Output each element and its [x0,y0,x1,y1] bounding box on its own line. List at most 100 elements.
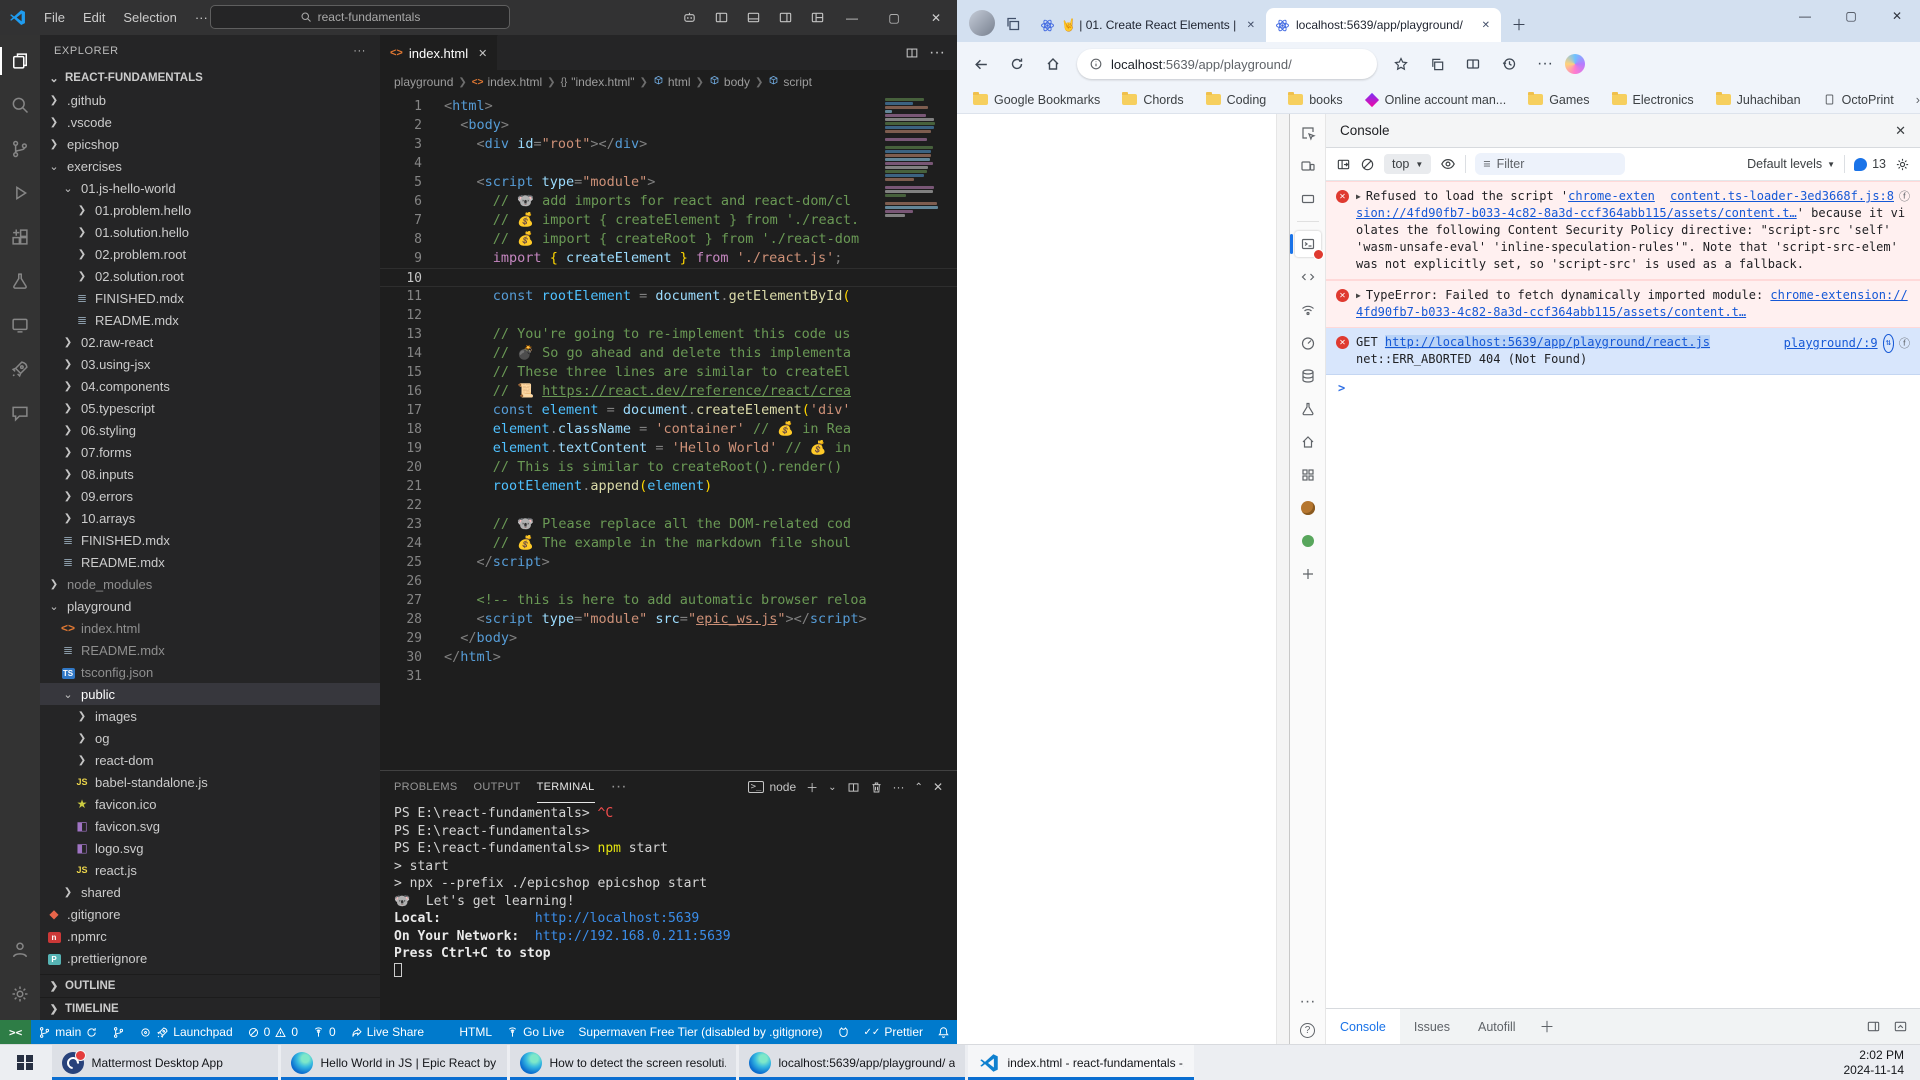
titlebar-panelL-button[interactable] [707,5,735,31]
taskbar-button-localhost-5639-app-playground-[interactable]: localhost:5639/app/playground/ a... [739,1045,965,1080]
devtools-rectangle[interactable] [1295,186,1321,212]
drawer-add-tab-icon[interactable]: ＋ [1530,1009,1565,1044]
browser-more-icon[interactable]: ··· [1529,48,1561,80]
breadcrumb-item[interactable]: {}"index.html" [561,75,635,89]
tree-item--prettierignore[interactable]: P.prettierignore [40,947,380,969]
activity-files[interactable] [0,39,40,83]
code-editor[interactable]: 1<html>2 <body>3 <div id="root"></div>45… [380,94,957,770]
vscode-minimize-button[interactable]: — [831,0,873,35]
activity-search[interactable] [0,83,40,127]
activity-gear[interactable] [0,972,40,1016]
tree-item-06-styling[interactable]: ❯06.styling [40,419,380,441]
devtools-cookie[interactable] [1295,495,1321,521]
code-line[interactable]: 11 const rootElement = document.getEleme… [380,287,957,306]
devtools-gauge[interactable] [1295,330,1321,356]
status-supermaven[interactable]: Supermaven Free Tier (disabled by .gitig… [571,1020,829,1044]
code-line[interactable]: 5 <script type="module"> [380,173,957,192]
status-problems[interactable]: 00 [240,1020,305,1044]
drawer-tab-autofill[interactable]: Autofill [1464,1009,1530,1044]
activity-branch[interactable] [0,127,40,171]
activity-debug[interactable] [0,171,40,215]
tree-item-07-forms[interactable]: ❯07.forms [40,441,380,463]
code-line[interactable]: 10 [380,268,957,287]
bookmark-games[interactable]: Games [1528,93,1589,107]
tree-item-tsconfig-json[interactable]: TStsconfig.json [40,661,380,683]
code-line[interactable]: 8 // 💰 import { createRoot } from './rea… [380,230,957,249]
tree-item-epicshop[interactable]: ❯epicshop [40,133,380,155]
panel-tab-output[interactable]: OUTPUT [474,771,521,803]
terminal-dropdown-icon[interactable]: ⌄ [828,782,836,793]
tree-item-finished-mdx[interactable]: ≣FINISHED.mdx [40,529,380,551]
tree-item-02-problem-root[interactable]: ❯02.problem.root [40,243,380,265]
devtools-plus[interactable] [1295,561,1321,587]
favorite-star-icon[interactable] [1385,48,1417,80]
menu-item-edit[interactable]: Edit [75,7,113,28]
drawer-tab-issues[interactable]: Issues [1400,1009,1464,1044]
tree-item-public[interactable]: ⌄public [40,683,380,705]
code-line[interactable]: 4 [380,154,957,173]
bookmark-online-account-man---[interactable]: Online account man... [1365,93,1507,107]
browser-back-icon[interactable] [965,48,997,80]
code-line[interactable]: 25 </script> [380,553,957,572]
site-info-icon[interactable] [1089,57,1103,71]
code-line[interactable]: 1<html> [380,97,957,116]
bookmarks-overflow-chevron-icon[interactable]: › [1916,93,1920,107]
status-live-share[interactable]: Live Share [343,1020,431,1044]
tree-item--gitignore[interactable]: ◆.gitignore [40,903,380,925]
activity-person[interactable] [0,928,40,972]
code-line[interactable]: 19 element.textContent = 'Hello World' /… [380,439,957,458]
source-link[interactable]: playground/:9 [1784,335,1878,352]
console-settings-icon[interactable] [1895,157,1910,172]
tree-item-02-raw-react[interactable]: ❯02.raw-react [40,331,380,353]
bookmark-google-bookmarks[interactable]: Google Bookmarks [973,93,1100,107]
new-tab-button[interactable]: ＋ [1505,10,1533,38]
taskbar-clock[interactable]: 2:02 PM 2024-11-14 [1828,1045,1920,1080]
code-line[interactable]: 17 const element = document.createElemen… [380,401,957,420]
panel-tab-terminal[interactable]: TERMINAL [537,771,595,803]
drawer-expand-icon[interactable] [1893,1019,1908,1034]
tree-item--npmrc[interactable]: n.npmrc [40,925,380,947]
devtools-grid[interactable] [1295,462,1321,488]
status-go-live[interactable]: Go Live [499,1020,571,1044]
tree-item-playground[interactable]: ⌄playground [40,595,380,617]
page-content[interactable] [957,114,1276,1044]
code-line[interactable]: 27 <!-- this is here to add automatic br… [380,591,957,610]
drawer-tab-console[interactable]: Console [1326,1009,1400,1044]
tree-item-readme-mdx[interactable]: ≣README.mdx [40,551,380,573]
panel-tab-problems[interactable]: PROBLEMS [394,771,458,803]
split-editor-icon[interactable] [905,46,919,60]
code-line[interactable]: 16 // 📜 https://react.dev/reference/reac… [380,382,957,401]
status-git-branch[interactable]: main [31,1020,105,1044]
workspaces-icon[interactable] [1005,16,1021,32]
breadcrumb-item[interactable]: script [768,75,812,89]
activity-monitor[interactable] [0,303,40,347]
tree-item--vscode[interactable]: ❯.vscode [40,111,380,133]
code-line[interactable]: 28 <script type="module" src="epic_ws.js… [380,610,957,629]
code-line[interactable]: 15 // These three lines are similar to c… [380,363,957,382]
expand-caret-icon[interactable]: ▶ [1356,188,1361,205]
status-copilot-status[interactable] [830,1020,857,1044]
devtools-console[interactable] [1295,231,1321,257]
code-line[interactable]: 23 // 🐨 Please replace all the DOM-relat… [380,515,957,534]
menu-item-selection[interactable]: Selection [115,7,184,28]
browser-home-icon[interactable] [1037,48,1069,80]
bookmark-juhachiban[interactable]: Juhachiban [1716,93,1801,107]
console-filter-input[interactable]: ≡ Filter [1475,153,1625,175]
status-notifications[interactable] [930,1020,957,1044]
split-terminal-icon[interactable] [847,781,860,794]
tree-item-01-solution-hello[interactable]: ❯01.solution.hello [40,221,380,243]
code-line[interactable]: 7 // 💰 import { createElement } from './… [380,211,957,230]
tree-item-05-typescript[interactable]: ❯05.typescript [40,397,380,419]
code-line[interactable]: 29 </body> [380,629,957,648]
titlebar-copilotv-button[interactable] [675,5,703,31]
code-line[interactable]: 13 // You're going to re-implement this … [380,325,957,344]
code-line[interactable]: 22 [380,496,957,515]
bookmark-electronics[interactable]: Electronics [1612,93,1694,107]
status-prettier[interactable]: ✓✓Prettier [857,1020,930,1044]
browser-maximize-button[interactable]: ▢ [1828,0,1874,32]
titlebar-layout-button[interactable] [803,5,831,31]
tree-item-01-problem-hello[interactable]: ❯01.problem.hello [40,199,380,221]
devtools-flask[interactable] [1295,396,1321,422]
minimap[interactable] [885,98,943,218]
command-center-search[interactable]: react-fundamentals [210,5,510,29]
